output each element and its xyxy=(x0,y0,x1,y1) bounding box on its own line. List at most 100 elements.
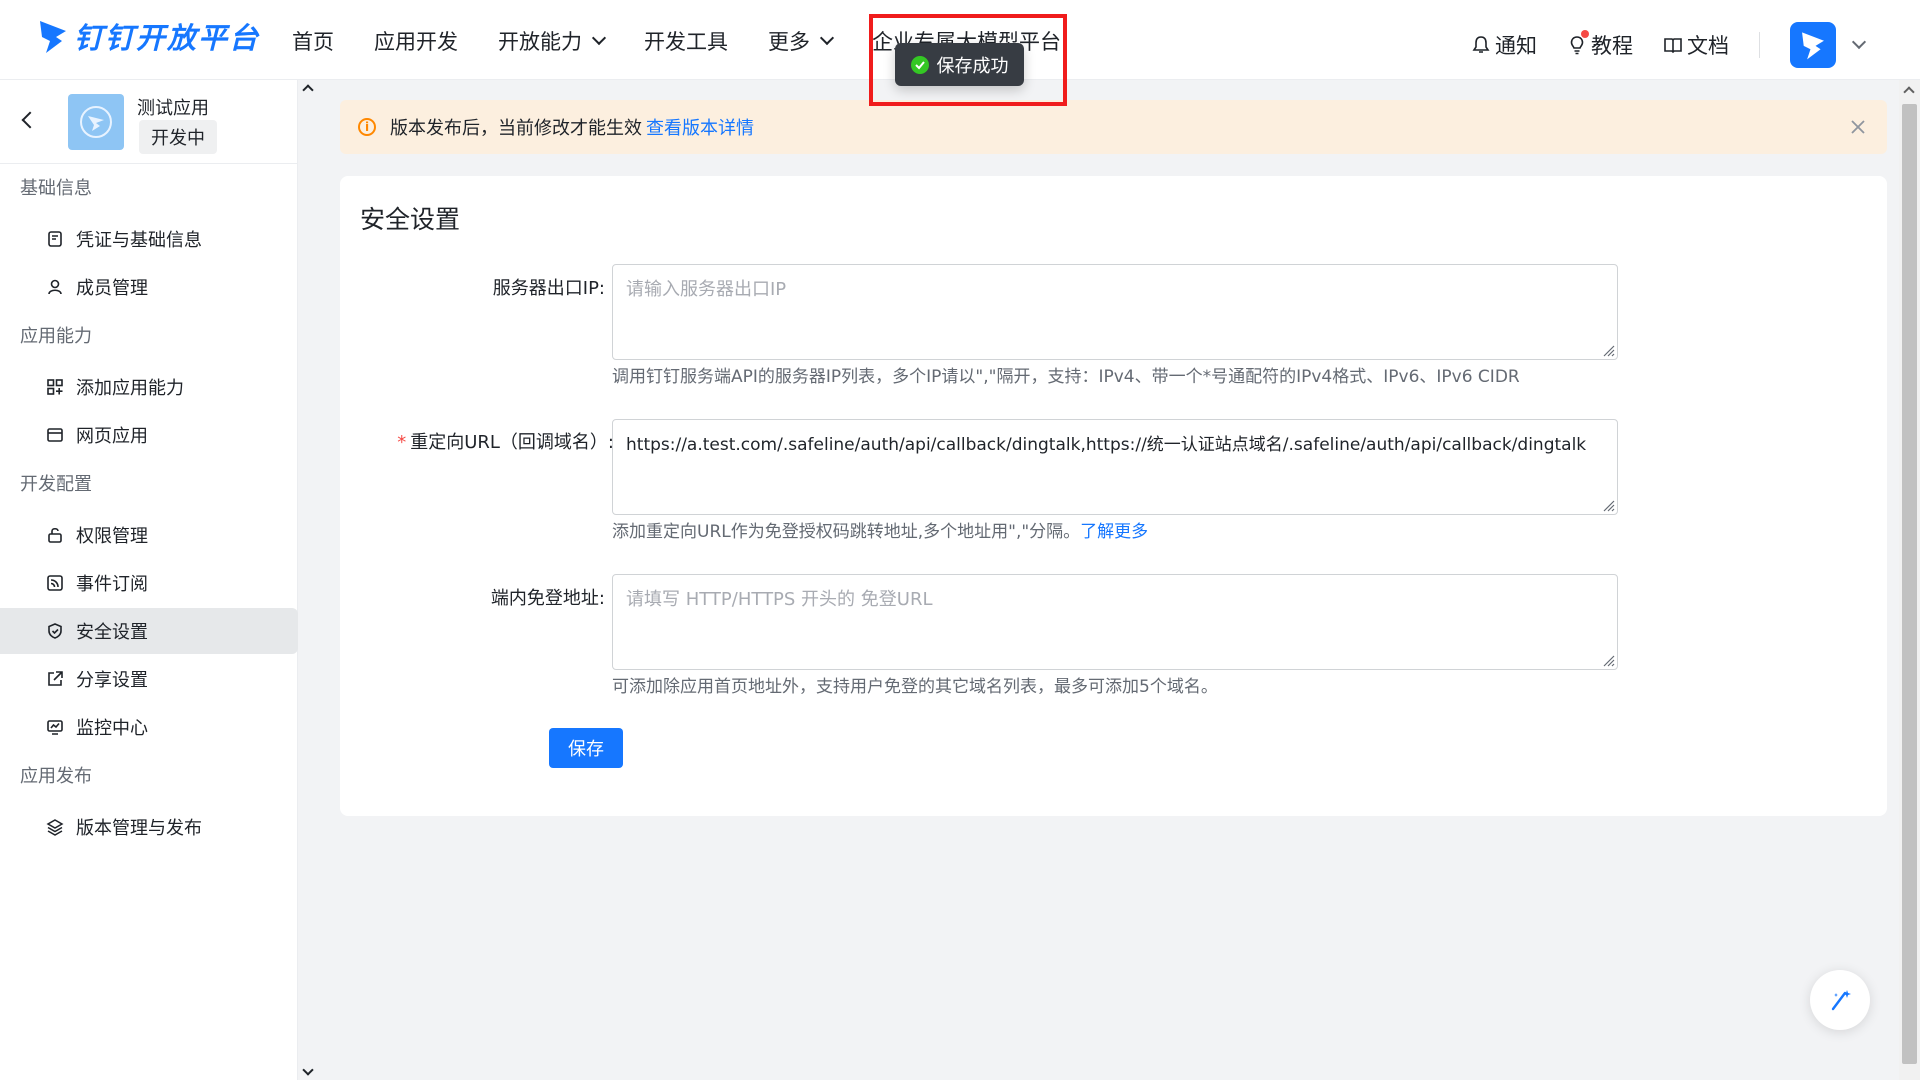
chevron-down-icon[interactable] xyxy=(1851,34,1867,50)
redirect-url-value: https://a.test.com/.safeline/auth/api/ca… xyxy=(626,435,1587,455)
permission-icon xyxy=(48,527,62,543)
app-status-badge: 开发中 xyxy=(139,120,217,154)
sidebar-group-title: 基础信息 xyxy=(20,178,92,199)
credential-icon xyxy=(48,231,62,247)
server-ip-input[interactable]: 请输入服务器出口IP xyxy=(612,264,1618,360)
sso-url-helper: 可添加除应用首页地址外，支持用户免登的其它域名列表，最多可添加5个域名。 xyxy=(612,677,1218,697)
nav-label: 开放能力 xyxy=(498,30,582,54)
sidebar-item-security[interactable]: 安全设置 xyxy=(0,608,298,654)
docs-label: 文档 xyxy=(1687,34,1729,58)
resize-handle-icon[interactable] xyxy=(1601,498,1615,512)
notify-link[interactable]: 通知 xyxy=(1471,30,1537,60)
info-icon: i xyxy=(358,118,376,136)
sidebar-scroll-down-icon[interactable] xyxy=(302,1064,314,1076)
sidebar-item-label: 版本管理与发布 xyxy=(76,818,202,839)
notify-label: 通知 xyxy=(1495,34,1537,58)
back-arrow-icon[interactable] xyxy=(21,111,39,129)
app-icon xyxy=(68,94,124,150)
nav-home[interactable]: 首页 xyxy=(292,24,334,58)
sidebar: 测试应用 开发中 基础信息 凭证与基础信息 成员管理 应用能力 添加应用能力 网… xyxy=(0,80,298,1080)
sidebar-item-label: 成员管理 xyxy=(76,278,148,299)
nav-right-actions: 通知 教程 文档 xyxy=(1471,22,1867,68)
redirect-url-helper-text: 添加重定向URL作为免登授权码跳转地址,多个地址用","分隔。 xyxy=(612,522,1081,542)
page-scrollbar[interactable] xyxy=(1899,80,1920,1080)
sidebar-item-share[interactable]: 分享设置 xyxy=(0,656,297,702)
monitor-icon xyxy=(47,720,63,735)
nav-more[interactable]: 更多 xyxy=(768,24,835,58)
save-button[interactable]: 保存 xyxy=(549,728,623,768)
redirect-url-label: * 重定向URL（回调域名）: xyxy=(314,428,614,454)
brand-name: 钉钉开放平台 xyxy=(74,21,261,55)
app-header: 测试应用 开发中 xyxy=(0,80,297,164)
bell-icon xyxy=(1472,36,1490,53)
nav-dev-tools[interactable]: 开发工具 xyxy=(644,24,728,58)
server-ip-label-text: 服务器出口IP: xyxy=(492,278,605,299)
resize-handle-icon[interactable] xyxy=(1601,343,1615,357)
docs-link[interactable]: 文档 xyxy=(1663,30,1729,60)
app-logo-icon xyxy=(80,106,112,138)
view-version-link[interactable]: 查看版本详情 xyxy=(646,114,754,140)
close-icon[interactable] xyxy=(1847,116,1869,138)
sso-url-placeholder: 请填写 HTTP/HTTPS 开头的 免登URL xyxy=(626,589,933,610)
chevron-down-icon xyxy=(819,30,835,46)
tutorial-link[interactable]: 教程 xyxy=(1567,30,1633,60)
security-settings-card: 安全设置 服务器出口IP: 请输入服务器出口IP 调用钉钉服务端API的服务器I… xyxy=(340,176,1887,816)
brand-logo[interactable]: 钉钉开放平台 xyxy=(38,16,260,56)
user-icon xyxy=(48,279,62,295)
sidebar-group-title: 应用发布 xyxy=(20,766,92,787)
nav-label: 首页 xyxy=(292,30,334,54)
sidebar-item-version-release[interactable]: 版本管理与发布 xyxy=(0,804,297,850)
sso-url-input[interactable]: 请填写 HTTP/HTTPS 开头的 免登URL xyxy=(612,574,1618,670)
sidebar-group-title: 开发配置 xyxy=(20,474,92,495)
redirect-url-input[interactable]: https://a.test.com/.safeline/auth/api/ca… xyxy=(612,419,1618,515)
resize-handle-icon[interactable] xyxy=(1601,653,1615,667)
nav-app-dev[interactable]: 应用开发 xyxy=(374,24,458,58)
nav-label: 应用开发 xyxy=(374,30,458,54)
sidebar-item-label: 权限管理 xyxy=(76,526,148,547)
sidebar-item-label: 网页应用 xyxy=(76,426,148,447)
sidebar-item-credentials[interactable]: 凭证与基础信息 xyxy=(0,216,297,262)
learn-more-link[interactable]: 了解更多 xyxy=(1080,522,1148,542)
nav-label: 开发工具 xyxy=(644,30,728,54)
magic-wand-icon xyxy=(1831,990,1851,1011)
nav-label: 更多 xyxy=(768,30,810,54)
server-ip-label: 服务器出口IP: xyxy=(305,274,605,300)
lightbulb-icon xyxy=(1570,36,1584,55)
alert-text: 版本发布后，当前修改才能生效 xyxy=(390,118,642,139)
app-name: 测试应用 xyxy=(137,98,209,119)
webpage-icon xyxy=(47,428,63,442)
nav-open-capability[interactable]: 开放能力 xyxy=(498,24,607,58)
share-icon xyxy=(48,671,63,686)
redirect-url-label-text: 重定向URL（回调域名）: xyxy=(410,432,614,453)
layers-icon xyxy=(46,819,64,836)
sso-url-label: 端内免登地址: xyxy=(305,584,605,610)
version-alert: i 版本发布后，当前修改才能生效 查看版本详情 xyxy=(340,100,1887,154)
sidebar-item-label: 安全设置 xyxy=(76,622,148,643)
sidebar-item-label: 事件订阅 xyxy=(76,574,148,595)
ai-assistant-button[interactable] xyxy=(1810,970,1870,1030)
sso-url-label-text: 端内免登地址: xyxy=(490,588,605,609)
required-mark: * xyxy=(397,432,407,453)
sidebar-item-webpage-app[interactable]: 网页应用 xyxy=(0,412,297,458)
scroll-up-icon[interactable] xyxy=(1903,86,1915,98)
shield-icon xyxy=(48,623,62,639)
sidebar-scroll-up-icon[interactable] xyxy=(302,84,314,96)
unread-dot xyxy=(1581,30,1589,38)
sidebar-item-event-subscription[interactable]: 事件订阅 xyxy=(0,560,297,606)
sidebar-item-monitor[interactable]: 监控中心 xyxy=(0,704,297,750)
scroll-thumb[interactable] xyxy=(1902,104,1917,1064)
sidebar-item-members[interactable]: 成员管理 xyxy=(0,264,297,310)
sidebar-item-permissions[interactable]: 权限管理 xyxy=(0,512,297,558)
apps-add-icon xyxy=(47,379,63,395)
redirect-url-helper: 添加重定向URL作为免登授权码跳转地址,多个地址用","分隔。了解更多 xyxy=(612,517,1148,542)
annotation-highlight-box xyxy=(869,14,1067,106)
tutorial-label: 教程 xyxy=(1591,34,1633,58)
nav-divider xyxy=(1759,32,1760,58)
dingtalk-avatar-icon xyxy=(1802,32,1824,60)
sidebar-item-add-capability[interactable]: 添加应用能力 xyxy=(0,364,297,410)
page-title: 安全设置 xyxy=(360,205,461,234)
sidebar-group-title: 应用能力 xyxy=(20,326,92,347)
book-icon xyxy=(1664,38,1682,54)
user-avatar[interactable] xyxy=(1790,22,1836,68)
server-ip-helper: 调用钉钉服务端API的服务器IP列表，多个IP请以","隔开，支持：IPv4、带… xyxy=(612,367,1520,387)
